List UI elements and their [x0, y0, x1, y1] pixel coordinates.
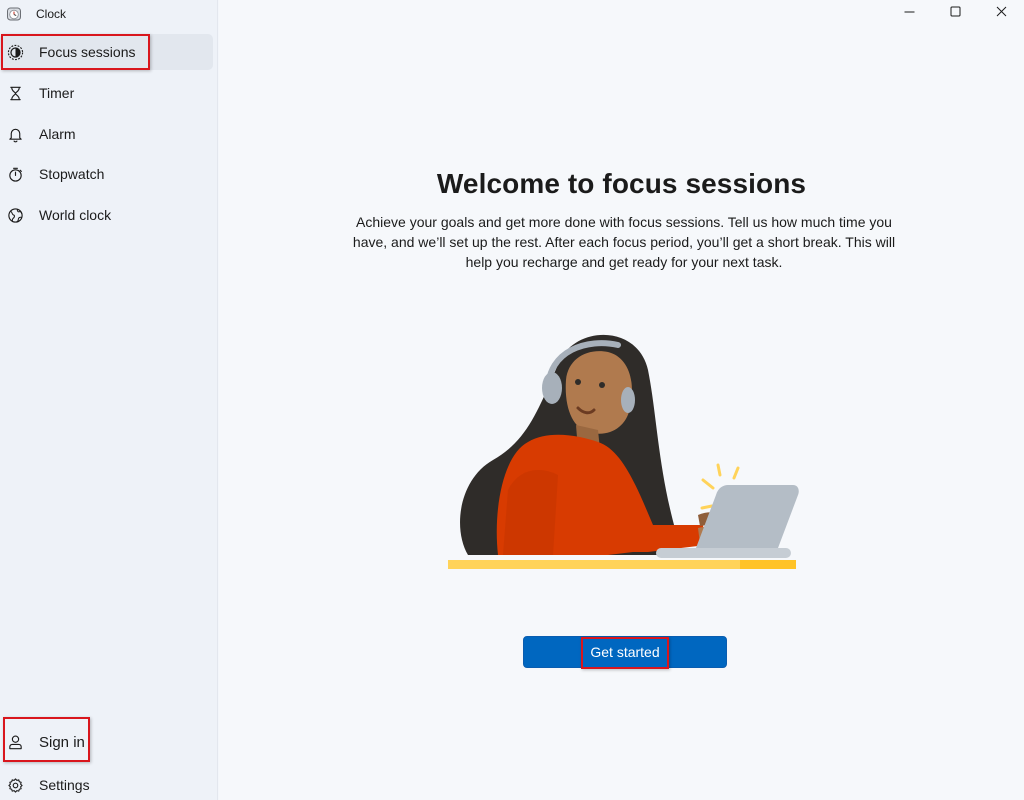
sidebar-item-alarm[interactable]: Alarm	[0, 116, 213, 152]
hourglass-icon	[5, 83, 25, 103]
sidebar-item-label: World clock	[39, 207, 112, 223]
sidebar-item-label: Settings	[39, 777, 90, 793]
illustration-desk	[448, 560, 748, 569]
sidebar-item-focus-sessions[interactable]: Focus sessions	[0, 34, 213, 70]
window-controls	[886, 0, 1024, 22]
sidebar-item-timer[interactable]: Timer	[0, 75, 213, 111]
sidebar-item-label: Stopwatch	[39, 166, 105, 182]
sidebar-item-label: Alarm	[39, 126, 76, 142]
page-title: Welcome to focus sessions	[436, 168, 807, 199]
sidebar-item-settings[interactable]: Settings	[0, 767, 213, 800]
sidebar: Clock Focus sessions Timer Alarm Stopwat…	[0, 0, 218, 800]
close-icon	[996, 6, 1006, 16]
app-title: Clock	[36, 7, 67, 21]
sidebar-item-stopwatch[interactable]: Stopwatch	[0, 156, 213, 192]
stopwatch-icon	[5, 164, 25, 184]
minimize-icon	[904, 11, 914, 12]
gear-icon	[5, 775, 25, 795]
focus-illustration	[448, 334, 799, 569]
clock-app-icon	[6, 6, 22, 22]
sidebar-item-label: Sign in	[39, 733, 85, 751]
illustration-laptop	[696, 485, 799, 548]
globe-icon	[5, 205, 25, 225]
minimize-button[interactable]	[886, 0, 932, 22]
sidebar-item-label: Focus sessions	[39, 44, 136, 60]
get-started-button[interactable]: Get started	[523, 636, 727, 668]
maximize-icon	[950, 6, 960, 16]
bell-icon	[5, 124, 25, 144]
page-description: Achieve your goals and get more done wit…	[352, 214, 896, 270]
focus-icon	[5, 42, 25, 62]
illustration-face	[565, 351, 632, 434]
sidebar-item-label: Timer	[39, 85, 75, 101]
sidebar-item-world-clock[interactable]: World clock	[0, 197, 213, 233]
close-button[interactable]	[978, 0, 1024, 22]
main-content: Welcome to focus sessions Achieve your g…	[219, 0, 1024, 800]
illustration-headphone	[542, 372, 562, 404]
sidebar-item-sign-in[interactable]: Sign in	[0, 724, 213, 760]
person-icon	[5, 732, 25, 752]
maximize-button[interactable]	[932, 0, 978, 22]
app-title-bar: Clock	[6, 4, 66, 24]
